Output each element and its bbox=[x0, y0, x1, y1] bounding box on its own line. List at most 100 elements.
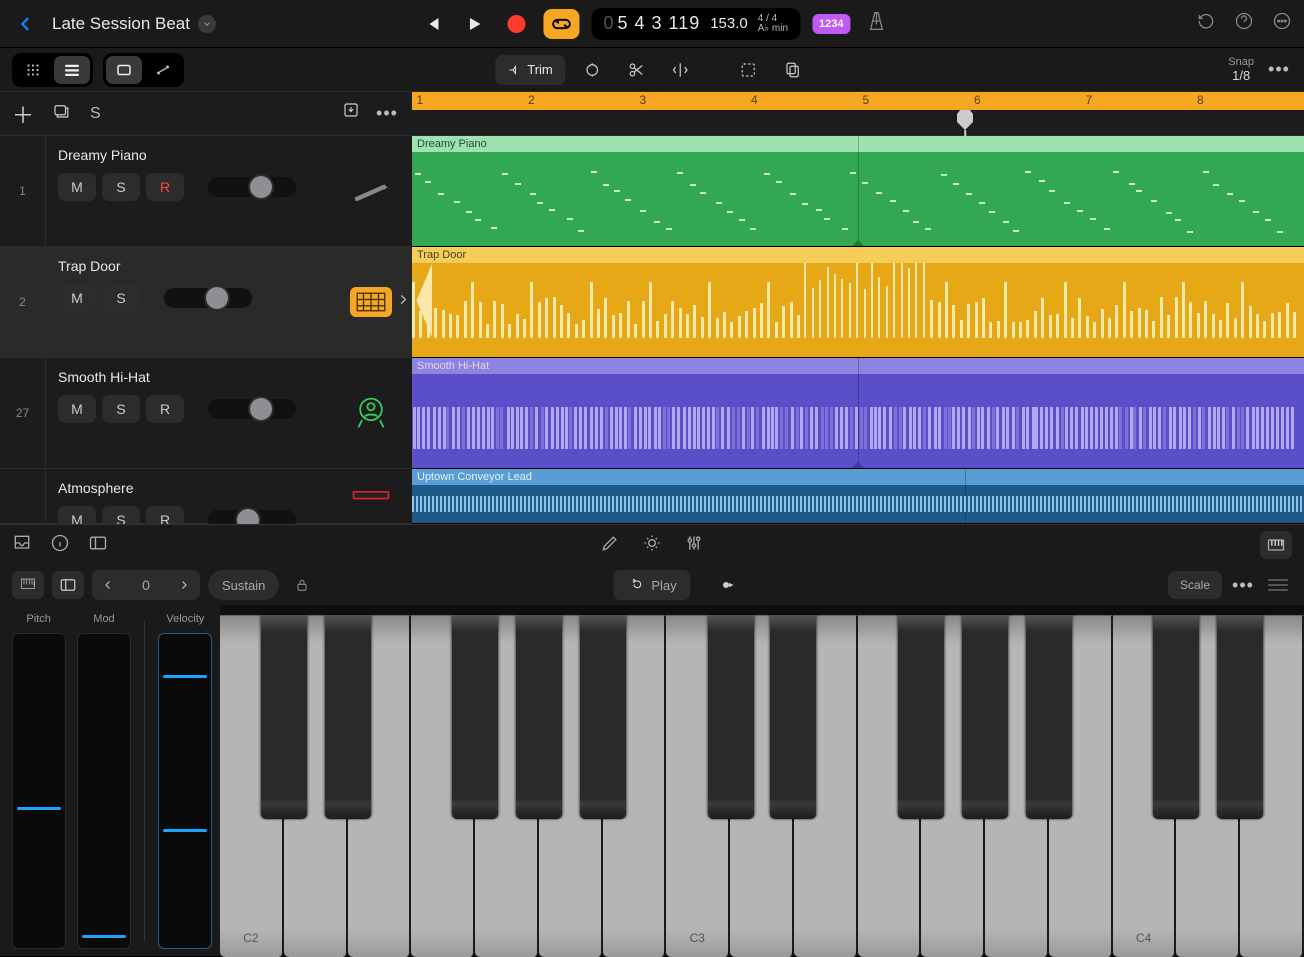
region-blue[interactable]: Uptown Conveyor Lead bbox=[412, 469, 1304, 524]
play-mode-label: Play bbox=[651, 578, 676, 593]
copy-tool-button[interactable] bbox=[775, 55, 809, 85]
track-panel-more-button[interactable] bbox=[374, 101, 400, 127]
sustain-label: Sustain bbox=[222, 578, 265, 593]
sidebar-toggle-icon[interactable] bbox=[88, 533, 108, 558]
automation-view-button[interactable] bbox=[145, 56, 181, 84]
keyboard-icon[interactable] bbox=[346, 170, 396, 212]
volume-fader[interactable] bbox=[208, 399, 296, 419]
undo-button[interactable] bbox=[1196, 11, 1216, 36]
region-label: Dreamy Piano bbox=[417, 138, 487, 150]
drum-grid-icon[interactable] bbox=[346, 281, 396, 323]
region-purple[interactable]: Smooth Hi-Hat bbox=[412, 358, 1304, 469]
record-button[interactable] bbox=[501, 9, 531, 39]
record-enable-button[interactable]: R bbox=[146, 395, 184, 423]
black-key[interactable] bbox=[1026, 615, 1072, 819]
cycle-loop-button[interactable] bbox=[543, 9, 579, 39]
countin-button[interactable]: 1234 bbox=[812, 14, 850, 34]
black-key[interactable] bbox=[261, 615, 307, 819]
track-view-button[interactable] bbox=[54, 56, 90, 84]
record-enable-button[interactable]: R bbox=[146, 173, 184, 201]
position-display: 5 4 3 119 bbox=[617, 13, 700, 34]
play-mode-button[interactable]: Play bbox=[613, 570, 690, 600]
synth-icon[interactable] bbox=[346, 475, 396, 517]
glissando-button[interactable] bbox=[712, 570, 746, 600]
piano-style-button[interactable] bbox=[12, 571, 44, 599]
keyboard-mode-button[interactable] bbox=[1260, 531, 1292, 559]
position-prefix: 0 bbox=[603, 13, 613, 34]
info-icon[interactable] bbox=[50, 533, 70, 558]
grid-view-button[interactable] bbox=[15, 56, 51, 84]
help-button[interactable] bbox=[1234, 11, 1254, 36]
lcd-display[interactable]: 0 5 4 3 119 153.0 4 / 4 A♭ min bbox=[591, 8, 800, 40]
loop-tool-button[interactable] bbox=[575, 55, 609, 85]
metronome-button[interactable] bbox=[867, 11, 887, 36]
smart-controls-icon[interactable] bbox=[642, 533, 662, 558]
more-menu-button[interactable] bbox=[1272, 11, 1292, 36]
session-player-icon[interactable] bbox=[346, 392, 396, 434]
keyboard-panel: 0 Sustain Play Scale Pitch bbox=[0, 524, 1304, 956]
play-button[interactable] bbox=[459, 9, 489, 39]
arrangement-area[interactable]: 12345678 Dreamy Piano Trap DoorSmooth Hi-… bbox=[412, 92, 1304, 524]
velocity-indicator-top bbox=[163, 675, 207, 678]
solo-button[interactable]: S bbox=[102, 395, 140, 423]
mod-wheel[interactable] bbox=[77, 633, 131, 949]
snap-control[interactable]: Snap 1/8 bbox=[1228, 56, 1254, 83]
mute-button[interactable]: M bbox=[58, 284, 96, 312]
track-stack-button[interactable] bbox=[52, 102, 70, 125]
track-row[interactable]: AtmosphereMSR bbox=[0, 469, 412, 524]
inbox-icon[interactable] bbox=[12, 533, 32, 558]
black-key[interactable] bbox=[452, 615, 498, 819]
black-key[interactable] bbox=[708, 615, 754, 819]
region-green[interactable]: Dreamy Piano bbox=[412, 136, 1304, 247]
resize-handle[interactable] bbox=[1264, 575, 1292, 595]
region-view-button[interactable] bbox=[106, 56, 142, 84]
pencil-icon[interactable] bbox=[600, 533, 620, 558]
scale-button[interactable]: Scale bbox=[1168, 571, 1222, 599]
mixer-icon[interactable] bbox=[684, 533, 704, 558]
split-tool-button[interactable] bbox=[663, 55, 697, 85]
octave-up-button[interactable] bbox=[168, 579, 200, 591]
ruler-ticks[interactable] bbox=[412, 110, 1304, 136]
go-to-start-button[interactable] bbox=[417, 9, 447, 39]
back-button[interactable] bbox=[12, 10, 40, 38]
track-row[interactable]: 1Dreamy PianoMSR bbox=[0, 136, 412, 247]
keyboard-more-button[interactable] bbox=[1230, 572, 1256, 598]
global-solo-button[interactable]: S bbox=[90, 105, 101, 123]
black-key[interactable] bbox=[770, 615, 816, 819]
octave-value: 0 bbox=[124, 577, 168, 593]
black-key[interactable] bbox=[962, 615, 1008, 819]
black-key[interactable] bbox=[580, 615, 626, 819]
velocity-wheel[interactable] bbox=[158, 633, 212, 949]
track-row[interactable]: 27Smooth Hi-HatMSR bbox=[0, 358, 412, 469]
solo-button[interactable]: S bbox=[102, 284, 140, 312]
black-key[interactable] bbox=[516, 615, 562, 819]
trim-tool-button[interactable]: Trim bbox=[495, 55, 565, 85]
region-yellow[interactable]: Trap Door bbox=[412, 247, 1304, 358]
volume-fader[interactable] bbox=[208, 177, 296, 197]
playhead-handle[interactable] bbox=[957, 110, 973, 130]
import-button[interactable] bbox=[342, 101, 360, 127]
toolbar-more-button[interactable] bbox=[1266, 57, 1292, 83]
black-key[interactable] bbox=[1217, 615, 1263, 819]
split-keyboard-button[interactable] bbox=[52, 571, 84, 599]
track-row[interactable]: 2Trap DoorMS bbox=[0, 247, 412, 358]
snap-value: 1/8 bbox=[1228, 68, 1254, 83]
scissors-tool-button[interactable] bbox=[619, 55, 653, 85]
solo-button[interactable]: S bbox=[102, 173, 140, 201]
view-mode-segment bbox=[12, 53, 93, 87]
octave-down-button[interactable] bbox=[92, 579, 124, 591]
pitch-wheel[interactable] bbox=[12, 633, 66, 949]
mute-button[interactable]: M bbox=[58, 395, 96, 423]
black-key[interactable] bbox=[325, 615, 371, 819]
lock-button[interactable] bbox=[287, 570, 317, 600]
volume-fader[interactable] bbox=[164, 288, 252, 308]
black-key[interactable] bbox=[1153, 615, 1199, 819]
sustain-button[interactable]: Sustain bbox=[208, 570, 279, 600]
add-track-button[interactable]: ＋ bbox=[12, 98, 34, 130]
octave-control: 0 bbox=[92, 570, 200, 600]
black-key[interactable] bbox=[898, 615, 944, 819]
bar-ruler[interactable]: 12345678 bbox=[412, 92, 1304, 110]
mute-button[interactable]: M bbox=[58, 173, 96, 201]
marquee-tool-button[interactable] bbox=[731, 55, 765, 85]
project-title[interactable]: Late Session Beat bbox=[52, 14, 216, 34]
